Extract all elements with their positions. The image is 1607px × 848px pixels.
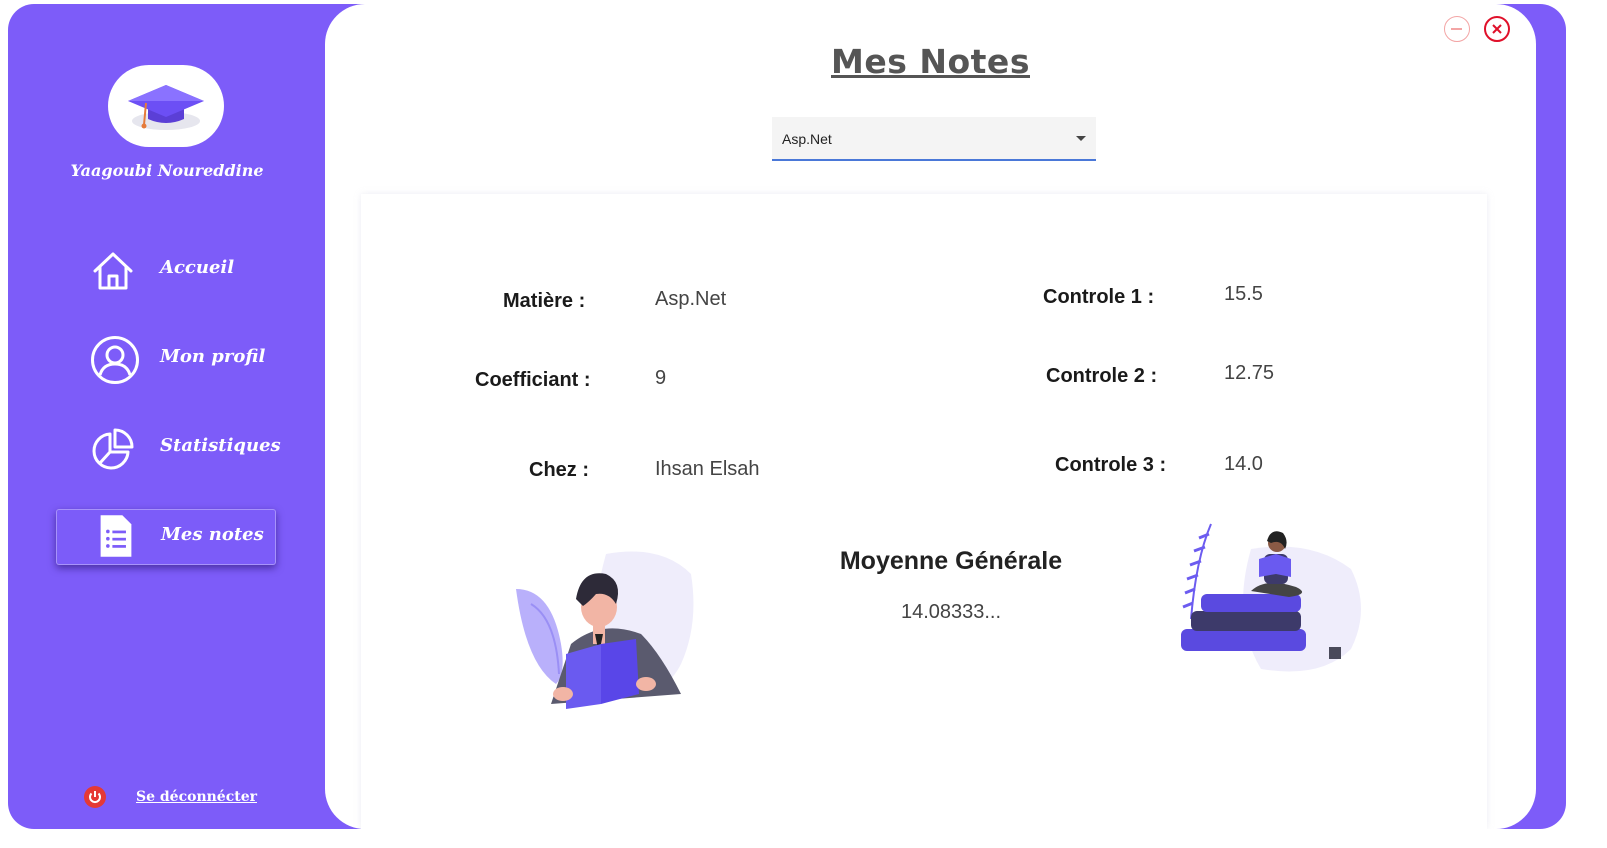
reading-woman-illustration: [1181, 523, 1361, 672]
logout-label[interactable]: Se déconnécter: [136, 789, 257, 805]
pie-chart-icon: [92, 428, 134, 470]
controle2-label: Controle 2 :: [1046, 365, 1158, 387]
reading-man-illustration: [516, 551, 694, 709]
coefficient-label: Coefficiant :: [475, 369, 591, 391]
coefficient-value: 9: [655, 367, 667, 389]
user-name: Yaagoubi Noureddine: [70, 161, 264, 180]
close-icon: [1492, 24, 1502, 34]
matiere-value: Asp.Net: [655, 288, 727, 310]
chez-label: Chez :: [529, 459, 589, 481]
chevron-down-icon: [1076, 136, 1086, 141]
average-label: Moyenne Générale: [839, 547, 1063, 575]
grades-card: Matière : Asp.Net Coefficiant : 9 Chez :…: [361, 194, 1487, 829]
graduation-cap-icon: [128, 85, 204, 130]
controle3-value: 14.0: [1224, 453, 1263, 475]
sidebar-item-label: Accueil: [160, 257, 235, 278]
matiere-label: Matière :: [503, 290, 586, 312]
minimize-button[interactable]: [1444, 16, 1470, 42]
user-circle-icon: [91, 336, 139, 384]
chez-value: Ihsan Elsah: [655, 458, 760, 480]
subject-select[interactable]: Asp.Net: [772, 117, 1096, 161]
sidebar-item-statistiques[interactable]: Statistiques: [56, 421, 281, 475]
subject-select-value: Asp.Net: [782, 131, 832, 147]
home-icon: [93, 252, 133, 290]
power-icon: [84, 786, 106, 808]
sidebar-item-label: Statistiques: [160, 435, 281, 456]
logo: [108, 65, 224, 147]
sidebar-item-label: Mes notes: [161, 524, 264, 545]
main-panel: Mes Notes Asp.Net Matière : Asp.Net Coef…: [325, 4, 1536, 829]
document-list-icon: [100, 515, 132, 557]
sidebar-item-label: Mon profil: [160, 346, 266, 367]
average-value: 14.08333...: [900, 601, 1002, 623]
close-button[interactable]: [1484, 16, 1510, 42]
controle1-value: 15.5: [1224, 283, 1263, 305]
sidebar-item-mes-notes[interactable]: Mes notes: [56, 509, 276, 565]
controle2-value: 12.75: [1224, 362, 1275, 384]
controle1-label: Controle 1 :: [1043, 286, 1155, 308]
page-title: Mes Notes: [831, 42, 1030, 81]
sidebar-item-mon-profil[interactable]: Mon profil: [56, 332, 274, 386]
app-window: Yaagoubi Noureddine Accueil Mon profil S…: [8, 4, 1566, 829]
controle3-label: Controle 3 :: [1055, 454, 1167, 476]
sidebar-item-accueil[interactable]: Accueil: [56, 243, 274, 297]
sidebar: Yaagoubi Noureddine Accueil Mon profil S…: [8, 4, 328, 829]
